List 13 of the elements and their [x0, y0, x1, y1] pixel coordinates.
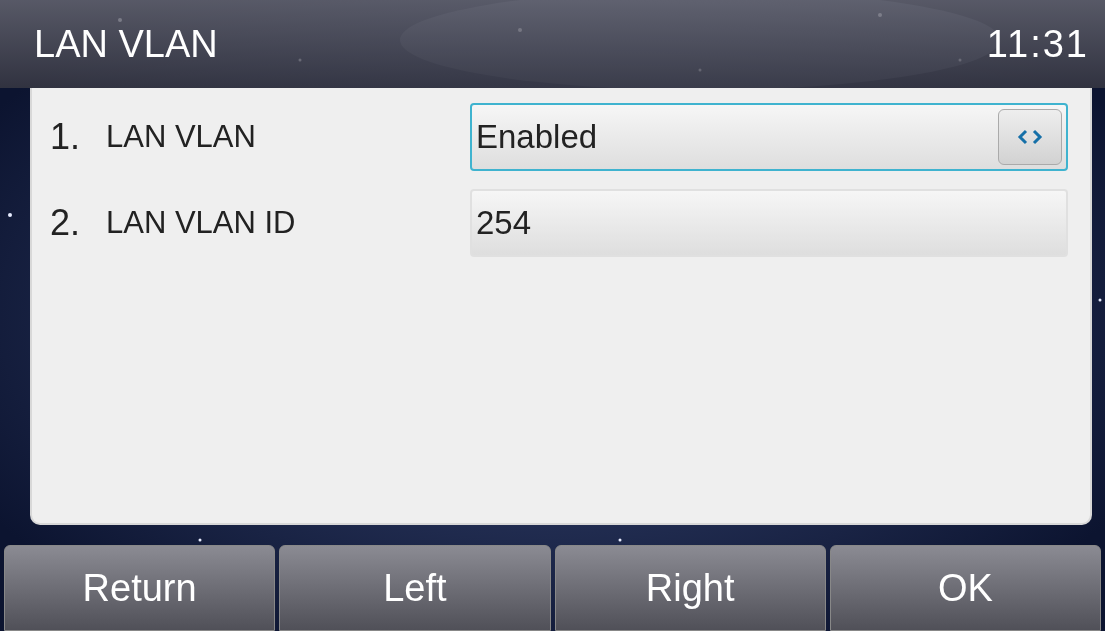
softkey-button[interactable]: Right — [554, 545, 826, 631]
item-number: 2. — [49, 202, 82, 244]
setting-label: LAN VLAN — [106, 119, 257, 155]
chevrons-icon[interactable] — [998, 109, 1062, 165]
item-number: 1. — [49, 116, 82, 158]
select-field[interactable]: Enabled — [470, 103, 1068, 171]
softkey-button[interactable]: Return — [4, 545, 276, 631]
screen-title: LAN VLAN — [34, 22, 218, 66]
softkey-button[interactable]: Left — [279, 545, 551, 631]
clock-time: 11:31 — [986, 22, 1089, 66]
softkey-button[interactable]: OK — [829, 545, 1101, 631]
input-field[interactable]: 254 — [470, 189, 1068, 257]
setting-label: LAN VLAN ID — [106, 205, 297, 241]
